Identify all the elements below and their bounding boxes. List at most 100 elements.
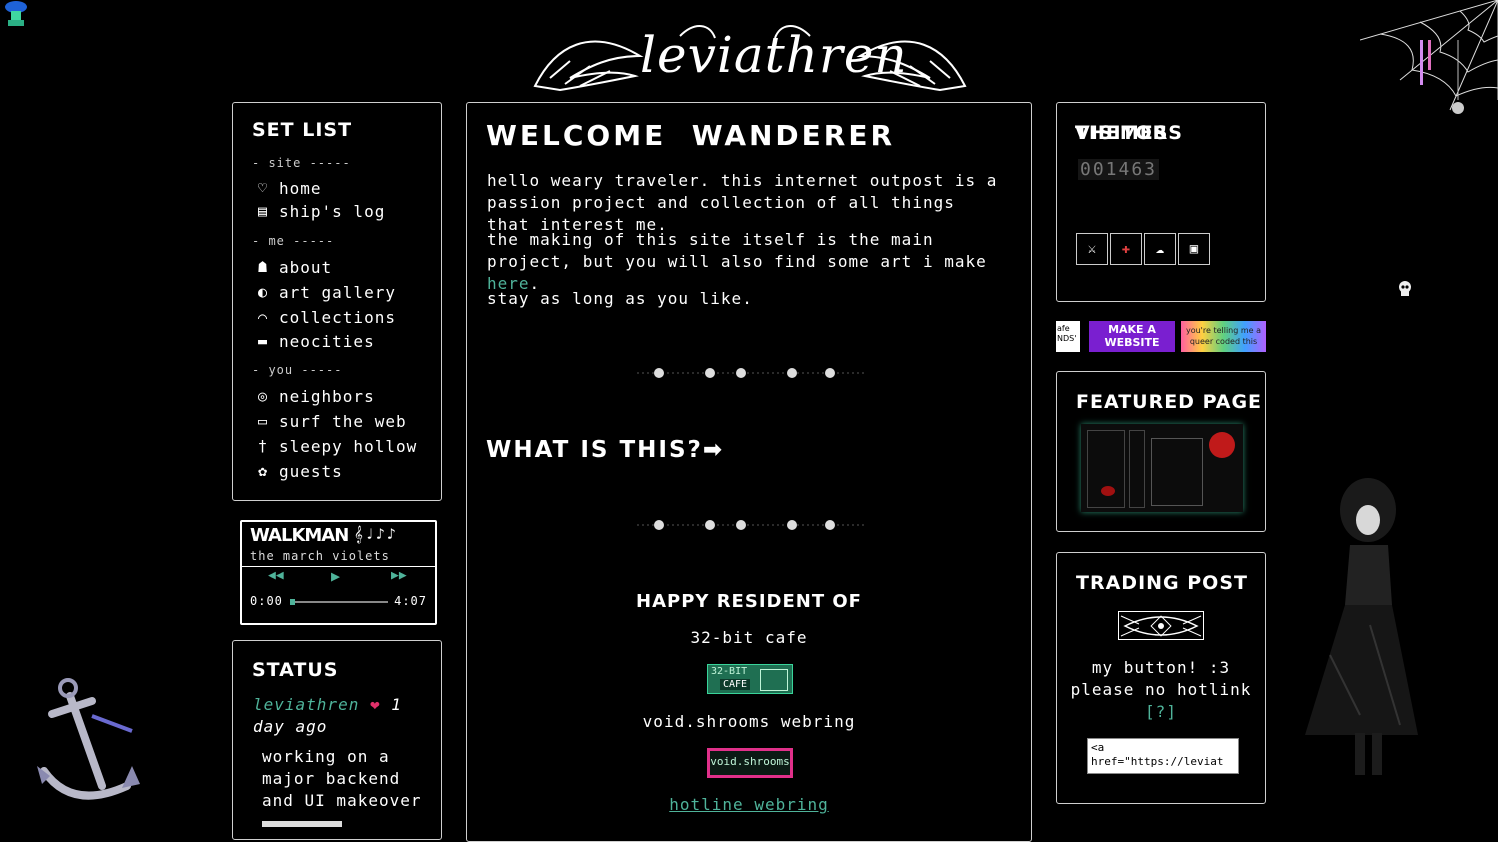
32bit-cafe-badge[interactable]: 32-BIT CAFE xyxy=(707,664,793,694)
heart-icon: ❤ xyxy=(369,695,381,714)
computer-icon: ▭ xyxy=(257,412,269,430)
status-header: leviathren ❤ 1 day ago xyxy=(253,694,433,738)
coffee-cup-icon xyxy=(760,669,788,691)
current-time: 0:00 xyxy=(250,594,283,608)
corner-mushroom-icon xyxy=(3,0,29,30)
nav-item-label: sleepy hollow xyxy=(279,436,418,456)
play-button[interactable]: ▶ xyxy=(331,567,340,585)
caption-line-2: please no hotlink xyxy=(1070,680,1252,699)
skull-divider xyxy=(637,518,867,532)
caption-line-1: my button! :3 xyxy=(1091,658,1231,677)
nav-item-label: ship's log xyxy=(279,201,386,221)
music-notes-icon: 𝄞♩♪♪ xyxy=(354,525,398,543)
nav-item-surf-the-web[interactable]: ▭ surf the web xyxy=(252,410,407,432)
computer-icon: ▬ xyxy=(257,332,269,350)
eye-icon xyxy=(1120,615,1202,637)
help-link[interactable]: [?] xyxy=(1057,701,1265,723)
gothic-girl-illustration xyxy=(1300,475,1420,785)
nav-item-label: collections xyxy=(279,307,396,327)
status-image xyxy=(262,821,342,827)
ghost-icon: ☗ xyxy=(257,258,269,276)
theme-sword-button[interactable]: ⚔ xyxy=(1076,233,1108,265)
making-text-body: the making of this site itself is the ma… xyxy=(487,230,987,271)
sword-icon: ⚔ xyxy=(1087,241,1097,257)
page-title: WELCOME WANDERER xyxy=(486,119,896,152)
theme-syringe-button[interactable]: ✚ xyxy=(1110,233,1142,265)
play-icon: ▶ xyxy=(331,567,341,585)
make-a-website-button[interactable]: MAKE A WEBSITE xyxy=(1089,321,1175,352)
visitor-counter: 001463 xyxy=(1078,159,1160,180)
skull-divider xyxy=(637,366,867,380)
set-list-panel: SET LIST - site ----- ♡ home ▤ ship's lo… xyxy=(232,102,442,501)
cloud-icon: ☁ xyxy=(1155,241,1165,257)
cafe-button[interactable]: afe NDS' xyxy=(1056,321,1080,352)
walkman-title: WALKMAN xyxy=(250,525,349,546)
logo-text: leviathren xyxy=(640,26,908,84)
track-name: the march violets xyxy=(250,549,390,563)
nav-item-label: surf the web xyxy=(279,411,407,431)
theme-cloud-button[interactable]: ☁ xyxy=(1144,233,1176,265)
site-logo[interactable]: leviathren xyxy=(530,16,970,96)
syringe-icon: ✚ xyxy=(1121,241,1131,257)
status-title: STATUS xyxy=(252,659,339,681)
trading-caption: my button! :3 please no hotlink [?] xyxy=(1057,657,1265,723)
spiral-icon: ◎ xyxy=(257,387,269,405)
nav-item-sleepy-hollow[interactable]: † sleepy hollow xyxy=(252,435,417,457)
nav-item-art-gallery[interactable]: ◐ art gallery xyxy=(252,281,396,303)
walkman-player: WALKMAN 𝄞♩♪♪ the march violets ◀◀ ▶ ▶▶ 0… xyxy=(240,520,437,625)
site-button-image[interactable] xyxy=(1118,611,1204,640)
cross-icon: † xyxy=(257,437,269,455)
hotline-webring-link[interactable]: hotline webring xyxy=(467,795,1031,814)
fast-forward-icon: ▶▶ xyxy=(391,568,407,583)
nav-item-guests[interactable]: ✿ guests xyxy=(252,460,343,482)
skull-icon xyxy=(1395,279,1415,299)
heart-icon: ♡ xyxy=(257,179,269,197)
shelf-icon: ⌒ xyxy=(257,308,269,326)
set-list-title: SET LIST xyxy=(252,119,353,141)
track-duration: 4:07 xyxy=(394,594,427,608)
rewind-icon: ◀◀ xyxy=(268,568,284,583)
nav-item-label: art gallery xyxy=(279,282,396,302)
nav-item-ships-log[interactable]: ▤ ship's log xyxy=(252,200,385,222)
featured-page-panel: FEATURED PAGE xyxy=(1056,371,1266,532)
computer-icon: ▣ xyxy=(1189,241,1199,257)
theme-computer-button[interactable]: ▣ xyxy=(1178,233,1210,265)
nav-section-you: - you ----- xyxy=(252,363,343,377)
badge-text: void.shrooms xyxy=(710,755,790,768)
nav-item-label: about xyxy=(279,257,333,277)
status-message: working on a major backend and UI makeov… xyxy=(262,747,422,810)
nav-item-home[interactable]: ♡ home xyxy=(252,177,322,199)
trading-post-title: TRADING POST xyxy=(1076,572,1248,594)
what-is-this-heading[interactable]: WHAT IS THIS?➡ xyxy=(486,437,724,463)
button-code-textarea[interactable]: <a href="https://leviat xyxy=(1087,738,1239,774)
status-user-link[interactable]: leviathren xyxy=(253,695,359,714)
nav-item-label: home xyxy=(279,178,322,198)
badge-text-top: 32-BIT xyxy=(711,666,748,677)
main-content: WELCOME WANDERER hello weary traveler. t… xyxy=(466,102,1032,842)
skull-chain-icon xyxy=(637,520,867,530)
intro-text: hello weary traveler. this internet outp… xyxy=(487,171,998,234)
spiderweb-decoration xyxy=(1359,0,1498,125)
nav-item-about[interactable]: ☗ about xyxy=(252,256,332,278)
nav-item-neighbors[interactable]: ◎ neighbors xyxy=(252,385,375,407)
progress-slider[interactable] xyxy=(290,599,388,605)
nav-item-label: guests xyxy=(279,461,343,481)
queer-coded-button[interactable]: you're telling me a queer coded this xyxy=(1181,321,1266,352)
status-panel: STATUS leviathren ❤ 1 day ago working on… xyxy=(232,640,442,840)
nav-item-collections[interactable]: ⌒ collections xyxy=(252,306,396,328)
notebook-icon: ▤ xyxy=(257,202,269,220)
themes-title: THEMES xyxy=(1075,122,1169,144)
progress-knob[interactable] xyxy=(290,599,295,605)
fast-forward-button[interactable]: ▶▶ xyxy=(391,568,407,583)
flower-icon: ✿ xyxy=(257,462,269,480)
rewind-button[interactable]: ◀◀ xyxy=(268,568,284,583)
nav-item-neocities[interactable]: ▬ neocities xyxy=(252,330,375,352)
ring-name-32bit: 32-bit cafe xyxy=(690,628,808,647)
making-text: the making of this site itself is the ma… xyxy=(487,229,1007,295)
featured-title: FEATURED PAGE xyxy=(1076,391,1263,413)
voidshrooms-badge[interactable]: void.shrooms xyxy=(707,748,793,778)
ring-name-voidshrooms: void.shrooms webring xyxy=(642,712,856,731)
anchor-icon xyxy=(32,676,157,811)
featured-page-thumbnail[interactable] xyxy=(1081,424,1243,512)
stay-text: stay as long as you like. xyxy=(487,289,753,308)
